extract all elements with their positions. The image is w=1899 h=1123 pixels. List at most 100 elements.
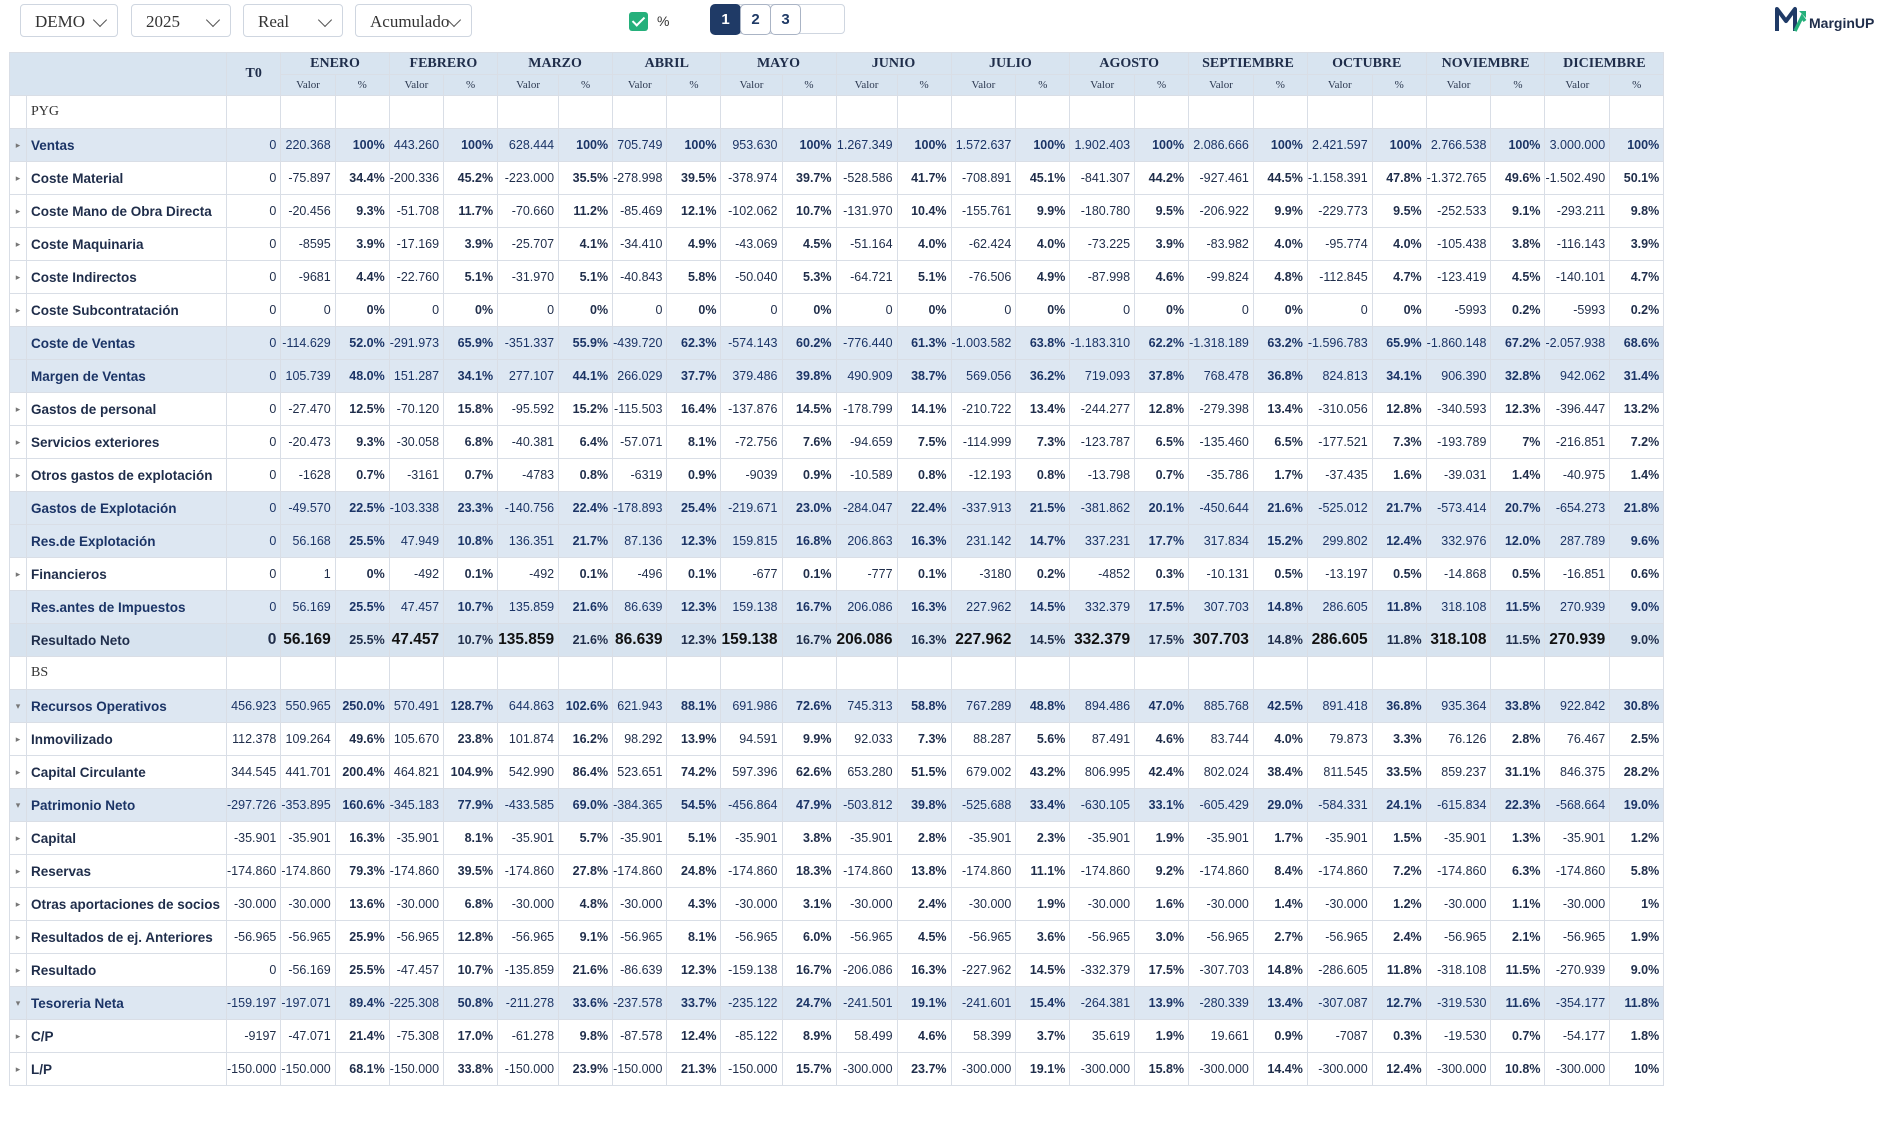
pct-cell: 22.5% [334,491,390,525]
pct-cell: 0.7% [334,458,390,492]
row-label: Gastos de personal [26,392,227,426]
value-cell: -43.069 [720,227,783,261]
pct-cell: 100% [1371,128,1427,162]
value-cell: -64.721 [835,260,898,294]
expand-arrow-icon[interactable]: ▸ [9,722,27,756]
value-cell: 286.605 [1306,590,1373,624]
pct-cell: 13.8% [896,854,952,888]
t0-cell: 0 [225,458,282,492]
expand-arrow-icon[interactable]: ▸ [9,1019,27,1053]
value-cell: -159.138 [720,953,783,987]
expand-arrow-icon[interactable]: ▸ [9,161,27,195]
expand-arrow-icon[interactable]: ▸ [9,1052,27,1086]
header-month[interactable]: FEBRERO [388,52,499,75]
scenario-select[interactable]: Real [243,4,343,37]
pct-cell: 4.7% [1609,260,1665,294]
company-select[interactable]: DEMO [20,4,118,37]
expand-arrow-icon[interactable]: ▸ [9,557,27,591]
pct-cell: 0.1% [666,557,722,591]
row-label: Recursos Operativos [26,689,227,723]
pct-cell: 12.3% [666,623,722,657]
header-value: Valor [720,74,783,96]
pct-cell: 10.7% [781,194,837,228]
empty-cell [388,95,445,129]
expand-arrow-icon[interactable]: ▸ [9,227,27,261]
pct-cell: 54.5% [666,788,722,822]
header-month[interactable]: OCTUBRE [1306,52,1427,75]
pct-cell: 14.5% [1015,590,1071,624]
pct-cell: 15.4% [1015,986,1071,1020]
header-month[interactable]: DICIEMBRE [1544,52,1665,75]
pct-cell: 31.4% [1609,359,1665,393]
expand-arrow-icon[interactable]: ▸ [9,260,27,294]
page-button-2[interactable]: 2 [740,4,771,35]
value-cell: -57.071 [612,425,668,459]
expand-arrow-icon[interactable]: ▸ [9,854,27,888]
row-label: Coste de Ventas [26,326,227,360]
header-month[interactable]: JUNIO [835,52,952,75]
collapse-arrow-icon[interactable]: ▾ [9,788,27,822]
expand-arrow-icon[interactable]: ▸ [9,194,27,228]
collapse-arrow-icon[interactable]: ▾ [9,986,27,1020]
section-label: PYG [26,95,227,129]
empty-cell [388,656,445,690]
pct-cell: 14.8% [1252,590,1308,624]
header-month[interactable]: MAYO [720,52,837,75]
pct-cell: 6.0% [781,920,837,954]
expand-arrow-icon[interactable]: ▸ [9,755,27,789]
expand-arrow-icon[interactable]: ▸ [9,887,27,921]
year-select[interactable]: 2025 [131,4,231,37]
expand-arrow-icon[interactable]: ▸ [9,293,27,327]
value-cell: -278.998 [612,161,668,195]
value-cell: -116.143 [1544,227,1611,261]
table-row: ▸ Servicios exteriores 0 -20.473 9.3% -30.058… [9,425,1665,459]
pct-cell: 63.2% [1252,326,1308,360]
value-cell: -30.058 [388,425,445,459]
pct-cell: 65.9% [443,326,499,360]
empty-cell [443,95,499,129]
expand-arrow-icon[interactable]: ▸ [9,392,27,426]
page-button-1[interactable]: 1 [710,4,741,35]
pct-cell: 12.4% [1371,524,1427,558]
page-button-3[interactable]: 3 [770,4,801,35]
empty-cell [558,95,614,129]
header-month[interactable]: ENERO [280,52,390,75]
pct-cell: 1.7% [1252,458,1308,492]
header-month[interactable]: MARZO [497,52,614,75]
pct-cell: 9.9% [1252,194,1308,228]
expand-arrow-icon[interactable]: ▸ [9,128,27,162]
pct-cell: 33.7% [666,986,722,1020]
value-cell: 206.086 [835,590,898,624]
header-month[interactable]: ABRIL [612,52,722,75]
pct-cell: 7% [1490,425,1546,459]
header-month[interactable]: AGOSTO [1069,52,1190,75]
expand-arrow-icon[interactable]: ▸ [9,953,27,987]
expand-arrow-icon[interactable]: ▸ [9,920,27,954]
value-cell: -630.105 [1069,788,1136,822]
value-cell: 19.661 [1188,1019,1254,1053]
pct-cell: 47.8% [1371,161,1427,195]
pct-cell: 7.3% [896,722,952,756]
expand-arrow-icon[interactable]: ▸ [9,821,27,855]
pct-cell: 11.5% [1490,623,1546,657]
expand-arrow-icon[interactable]: ▸ [9,458,27,492]
empty-cell [950,656,1017,690]
expand-arrow-icon[interactable]: ▸ [9,425,27,459]
pct-cell: 13.6% [334,887,390,921]
pct-cell: 20.7% [1490,491,1546,525]
value-cell: 569.056 [950,359,1017,393]
header-month[interactable]: SEPTIEMBRE [1188,52,1308,75]
row-label: Patrimonio Neto [26,788,227,822]
pct-cell: 100% [1609,128,1665,162]
value-cell: -27.470 [280,392,336,426]
header-month[interactable]: NOVIEMBRE [1425,52,1546,75]
header-month[interactable]: JULIO [950,52,1071,75]
percent-checkbox[interactable] [629,12,648,31]
value-cell: -244.277 [1069,392,1136,426]
value-cell: -35.786 [1188,458,1254,492]
value-cell: 87.136 [612,524,668,558]
collapse-arrow-icon[interactable]: ▾ [9,689,27,723]
pct-cell: 7.3% [1015,425,1071,459]
mode-select[interactable]: Acumulado [355,4,472,37]
empty-cell [896,656,952,690]
